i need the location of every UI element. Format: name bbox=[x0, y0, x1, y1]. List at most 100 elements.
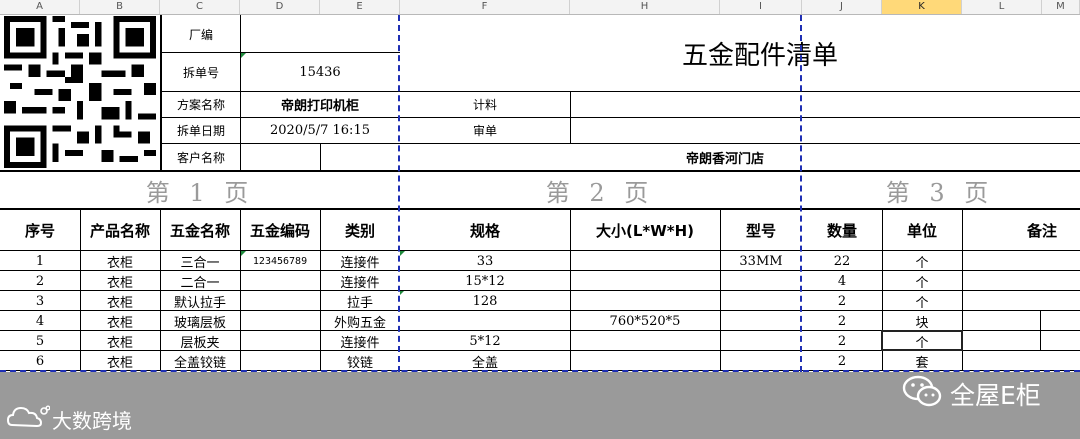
cell-size[interactable] bbox=[570, 291, 720, 311]
cell-no[interactable]: 3 bbox=[0, 291, 80, 311]
column-header-i[interactable]: I bbox=[720, 0, 802, 14]
cell-name[interactable]: 玻璃层板 bbox=[160, 311, 240, 331]
cell-qty[interactable]: 2 bbox=[802, 351, 882, 371]
cell-type[interactable]: 连接件 bbox=[320, 251, 400, 271]
cell-name[interactable]: 层板夹 bbox=[160, 331, 240, 351]
customer-value[interactable] bbox=[241, 144, 320, 170]
cell-spec[interactable]: 128 bbox=[400, 291, 570, 311]
cell-model[interactable] bbox=[720, 311, 802, 331]
column-header-f[interactable]: F bbox=[400, 0, 570, 14]
cell-no[interactable]: 6 bbox=[0, 351, 80, 371]
cell-unit[interactable]: 个 bbox=[882, 251, 962, 271]
cell-spec[interactable]: 5*12 bbox=[400, 331, 570, 351]
cell-unit[interactable]: 套 bbox=[882, 351, 962, 371]
cell-size[interactable] bbox=[570, 271, 720, 291]
logo-cloud-icon bbox=[6, 403, 51, 429]
page-label-3: 第 3 页 bbox=[885, 178, 995, 207]
cell-name[interactable]: 默认拉手 bbox=[160, 291, 240, 311]
cell-type[interactable]: 连接件 bbox=[320, 331, 400, 351]
column-header-m[interactable]: M bbox=[1042, 0, 1080, 14]
cell-note[interactable] bbox=[962, 291, 1080, 311]
cell-type[interactable]: 外购五金 bbox=[320, 311, 400, 331]
cell-model[interactable] bbox=[720, 271, 802, 291]
col-header-product: 产品名称 bbox=[89, 221, 150, 240]
cell-size[interactable] bbox=[570, 331, 720, 351]
col-header-spec: 规格 bbox=[469, 221, 500, 240]
cell-unit[interactable]: 个 bbox=[882, 291, 962, 311]
col-header-model: 型号 bbox=[745, 221, 776, 240]
col-header-no: 序号 bbox=[24, 221, 55, 240]
date-label: 拆单日期 bbox=[176, 124, 225, 138]
cell-type[interactable]: 铰链 bbox=[320, 351, 400, 371]
cell-product[interactable]: 衣柜 bbox=[80, 291, 160, 311]
cell-note[interactable] bbox=[962, 331, 1080, 351]
cell-size[interactable] bbox=[570, 251, 720, 271]
cell-type[interactable]: 拉手 bbox=[320, 291, 400, 311]
plan-label: 方案名称 bbox=[176, 98, 225, 112]
cell-size[interactable] bbox=[570, 351, 720, 371]
store-value[interactable]: 帝朗香河门店 bbox=[570, 144, 880, 170]
cell-model[interactable] bbox=[720, 331, 802, 351]
cell-no[interactable]: 2 bbox=[0, 271, 80, 291]
col-header-type: 类别 bbox=[344, 221, 375, 240]
cell-no[interactable]: 1 bbox=[0, 251, 80, 271]
cell-size[interactable]: 760*520*5 bbox=[570, 311, 720, 331]
cell-spec[interactable] bbox=[400, 311, 570, 331]
cell-model[interactable] bbox=[720, 351, 802, 371]
cell-code[interactable] bbox=[240, 351, 320, 371]
cell-product[interactable]: 衣柜 bbox=[80, 331, 160, 351]
column-header-h[interactable]: H bbox=[570, 0, 720, 14]
cell-product[interactable]: 衣柜 bbox=[80, 351, 160, 371]
wechat-icon bbox=[902, 374, 944, 410]
cell-qty[interactable]: 4 bbox=[802, 271, 882, 291]
cell-note[interactable] bbox=[962, 311, 1080, 331]
column-header-a[interactable]: A bbox=[0, 0, 80, 14]
factory-value[interactable] bbox=[241, 16, 399, 52]
cell-no[interactable]: 5 bbox=[0, 331, 80, 351]
header-border bbox=[320, 143, 321, 171]
cell-qty[interactable]: 2 bbox=[802, 311, 882, 331]
cell-type[interactable]: 连接件 bbox=[320, 271, 400, 291]
cell-name[interactable]: 三合一 bbox=[160, 251, 240, 271]
cell-product[interactable]: 衣柜 bbox=[80, 251, 160, 271]
col-header-note: 备注 bbox=[1026, 221, 1057, 240]
column-header-b[interactable]: B bbox=[80, 0, 160, 14]
cell-unit[interactable]: 块 bbox=[882, 311, 962, 331]
cell-qty[interactable]: 22 bbox=[802, 251, 882, 271]
cell-spec[interactable]: 15*12 bbox=[400, 271, 570, 291]
column-header-k[interactable]: K bbox=[882, 0, 962, 14]
cell-code[interactable] bbox=[240, 291, 320, 311]
cell-note[interactable] bbox=[962, 351, 1080, 371]
header-border bbox=[570, 91, 571, 144]
cell-no[interactable]: 4 bbox=[0, 311, 80, 331]
column-header-c[interactable]: C bbox=[160, 0, 240, 14]
order-no-value[interactable]: 15436 bbox=[241, 53, 399, 91]
cell-model[interactable]: 33MM bbox=[720, 251, 802, 271]
cell-qty[interactable]: 2 bbox=[802, 291, 882, 311]
selected-cell[interactable] bbox=[881, 330, 963, 351]
col-header-size: 大小(L*W*H) bbox=[595, 221, 695, 240]
cell-unit[interactable]: 个 bbox=[882, 271, 962, 291]
date-value[interactable]: 2020/5/7 16:15 bbox=[241, 118, 399, 143]
cell-name[interactable]: 全盖铰链 bbox=[160, 351, 240, 371]
cell-model[interactable] bbox=[720, 291, 802, 311]
cell-note[interactable] bbox=[962, 271, 1080, 291]
cell-code[interactable]: 123456789 bbox=[240, 251, 320, 271]
cell-product[interactable]: 衣柜 bbox=[80, 311, 160, 331]
cell-spec[interactable]: 全盖 bbox=[400, 351, 570, 371]
cell-name[interactable]: 二合一 bbox=[160, 271, 240, 291]
cell-code[interactable] bbox=[240, 311, 320, 331]
column-header-l[interactable]: L bbox=[962, 0, 1042, 14]
order-no-label: 拆单号 bbox=[182, 65, 219, 80]
cell-code[interactable] bbox=[240, 271, 320, 291]
cell-spec[interactable]: 33 bbox=[400, 251, 570, 271]
costing-label: 计料 bbox=[472, 98, 497, 112]
column-header-d[interactable]: D bbox=[240, 0, 320, 14]
column-header-j[interactable]: J bbox=[802, 0, 882, 14]
cell-note[interactable] bbox=[962, 251, 1080, 271]
cell-qty[interactable]: 2 bbox=[802, 331, 882, 351]
plan-value[interactable]: 帝朗打印机柜 bbox=[241, 92, 399, 117]
cell-product[interactable]: 衣柜 bbox=[80, 271, 160, 291]
cell-code[interactable] bbox=[240, 331, 320, 351]
column-header-e[interactable]: E bbox=[320, 0, 400, 14]
